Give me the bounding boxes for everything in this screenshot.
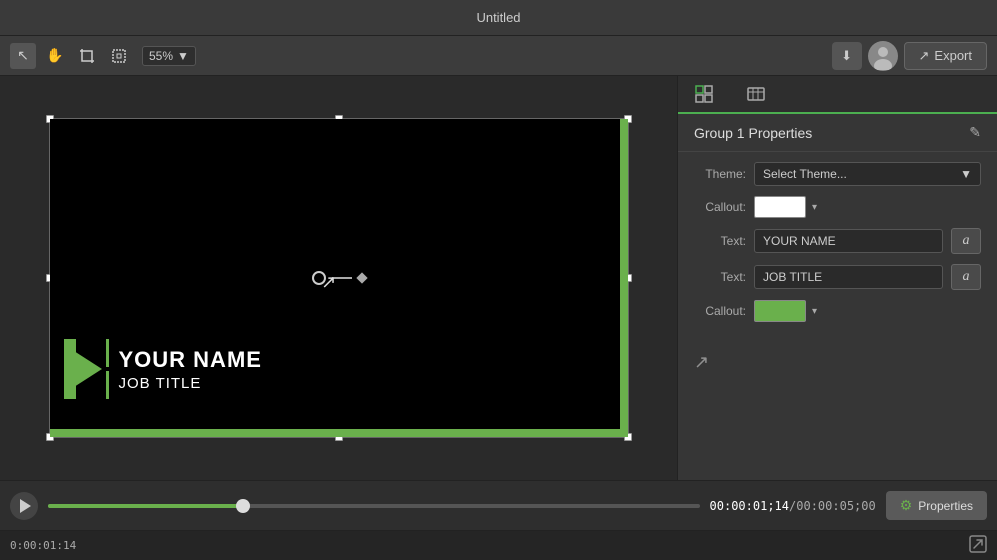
play-icon-lower-third — [74, 351, 102, 387]
panel-cursor-area: ↗ — [678, 332, 997, 393]
keyframe-circle — [312, 271, 326, 285]
cursor-arrow: ↗ — [694, 352, 709, 372]
gear-icon: ⚙ — [900, 497, 913, 514]
callout2-swatch[interactable] — [754, 300, 806, 322]
video-canvas: YOUR NAME JOB TITLE ↗ — [50, 119, 628, 437]
select-tool[interactable]: ↖ — [10, 43, 36, 69]
text2-input[interactable] — [754, 265, 943, 289]
green-right-bar — [620, 119, 628, 437]
export-label: Export — [934, 48, 972, 63]
export-icon: ↗ — [919, 48, 930, 64]
panel-tabs — [678, 76, 997, 114]
status-bar: 0:00:01:14 — [0, 530, 997, 560]
properties-label: Properties — [918, 499, 973, 513]
canvas-area: YOUR NAME JOB TITLE ↗ — [0, 76, 677, 480]
text2-font-button[interactable]: a — [951, 264, 981, 290]
total-time: 00:00:05;00 — [796, 499, 875, 513]
text1-input[interactable] — [754, 229, 943, 253]
callout1-label: Callout: — [694, 200, 746, 214]
name-text-block: YOUR NAME JOB TITLE — [119, 347, 262, 392]
theme-label: Theme: — [694, 167, 746, 181]
timeline-progress — [48, 504, 243, 508]
current-time: 00:00:01;14 — [710, 499, 789, 513]
theme-row: Theme: Select Theme... ▼ — [694, 162, 981, 186]
panel-header: Group 1 Properties ✎ — [678, 114, 997, 152]
panel-content: Theme: Select Theme... ▼ Callout: ▾ Text… — [678, 152, 997, 332]
title-text: JOB TITLE — [119, 375, 262, 392]
text1-font-button[interactable]: a — [951, 228, 981, 254]
keyframe-marker — [312, 271, 366, 285]
play-button[interactable] — [10, 492, 38, 520]
properties-button[interactable]: ⚙ Properties — [886, 491, 987, 520]
play-icon — [20, 499, 31, 513]
theme-dropdown-icon: ▼ — [960, 167, 972, 181]
keyframe-diamond — [356, 272, 367, 283]
timeline: 00:00:01;14/00:00:05;00 ⚙ Properties — [0, 480, 997, 530]
divider-line-2 — [106, 371, 109, 399]
theme-select[interactable]: Select Theme... ▼ — [754, 162, 981, 186]
callout2-row: Callout: ▾ — [694, 300, 981, 322]
divider-line-1 — [106, 339, 109, 367]
toolbar: ↖ ✋ 55% ▼ ⬇ ↗ Export — [0, 36, 997, 76]
timeline-track[interactable] — [48, 504, 700, 508]
callout1-row: Callout: ▾ — [694, 196, 981, 218]
callout2-label: Callout: — [694, 304, 746, 318]
lower-third: YOUR NAME JOB TITLE — [50, 331, 628, 407]
keyframe-line — [332, 277, 352, 279]
text1-label: Text: — [694, 234, 746, 248]
callout1-arrow[interactable]: ▾ — [812, 202, 817, 213]
green-bottom-stripe — [50, 429, 628, 437]
callout2-control: ▾ — [754, 300, 817, 322]
properties-panel: Group 1 Properties ✎ Theme: Select Theme… — [677, 76, 997, 480]
zoom-level: 55% — [149, 49, 173, 63]
main-area: YOUR NAME JOB TITLE ↗ — [0, 76, 997, 480]
name-text: YOUR NAME — [119, 347, 262, 373]
status-time: 0:00:01:14 — [10, 539, 76, 552]
title-bar: Untitled — [0, 0, 997, 36]
tab-keyframes[interactable] — [730, 76, 782, 114]
text2-row: Text: a — [694, 264, 981, 290]
tab-properties[interactable] — [678, 76, 730, 114]
hand-tool[interactable]: ✋ — [42, 43, 68, 69]
download-button[interactable]: ⬇ — [832, 42, 862, 70]
callout1-control: ▾ — [754, 196, 817, 218]
callout1-swatch[interactable] — [754, 196, 806, 218]
text1-row: Text: a — [694, 228, 981, 254]
text2-label: Text: — [694, 270, 746, 284]
callout2-arrow[interactable]: ▾ — [812, 306, 817, 317]
user-avatar[interactable] — [868, 41, 898, 71]
transform-tool[interactable] — [106, 43, 132, 69]
zoom-control[interactable]: 55% ▼ — [142, 46, 196, 66]
timeline-thumb[interactable] — [236, 499, 250, 513]
panel-edit-icon[interactable]: ✎ — [969, 124, 981, 141]
status-export-icon[interactable] — [969, 535, 987, 556]
theme-value: Select Theme... — [763, 167, 847, 181]
export-button[interactable]: ↗ Export — [904, 42, 987, 70]
zoom-dropdown-icon: ▼ — [177, 49, 189, 63]
panel-title: Group 1 Properties — [694, 125, 812, 141]
time-display: 00:00:01;14/00:00:05;00 — [710, 499, 876, 513]
window-title: Untitled — [476, 10, 520, 25]
canvas-wrapper[interactable]: YOUR NAME JOB TITLE ↗ — [49, 118, 629, 438]
crop-tool[interactable] — [74, 43, 100, 69]
divider-lines — [106, 339, 109, 399]
